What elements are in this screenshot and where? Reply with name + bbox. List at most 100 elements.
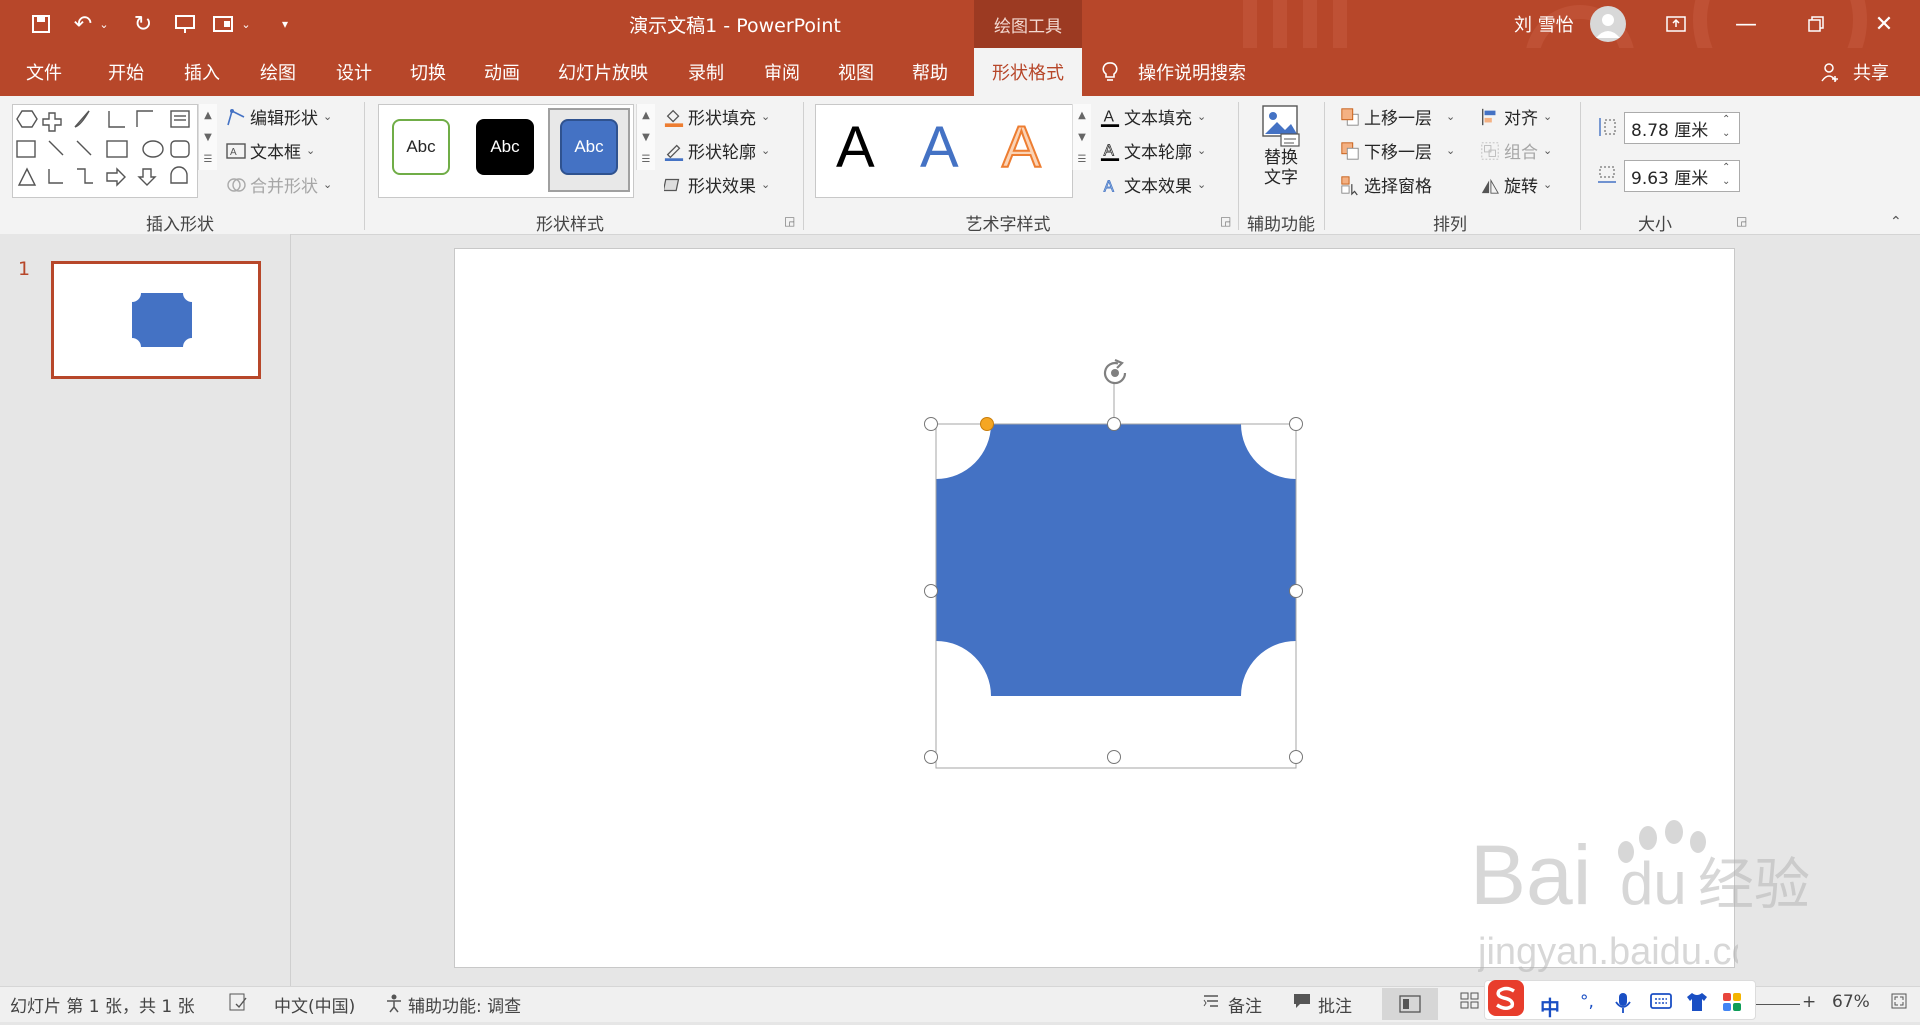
tab-home[interactable]: 开始: [90, 48, 162, 96]
wordart-scroll[interactable]: ▲ ▼ ☰: [1072, 104, 1091, 196]
shapes-gallery[interactable]: [12, 104, 198, 198]
dialog-launcher-icon[interactable]: ◲: [1220, 214, 1231, 228]
text-box-button[interactable]: A 文本框 ⌄: [226, 138, 315, 163]
sogou-logo-icon[interactable]: [1488, 980, 1524, 1016]
minimize-icon[interactable]: —: [1716, 4, 1776, 44]
shape-fill-button[interactable]: 形状填充 ⌄: [664, 104, 770, 129]
resize-handle-top-right[interactable]: [1289, 417, 1303, 431]
tab-shape-format[interactable]: 形状格式: [974, 48, 1082, 96]
tab-transitions[interactable]: 切换: [392, 48, 464, 96]
text-fill-button[interactable]: A 文本填充 ⌄: [1100, 104, 1206, 129]
wordart-style-blue[interactable]: A: [920, 114, 959, 181]
tab-insert[interactable]: 插入: [166, 48, 238, 96]
rotate-button[interactable]: 旋转 ⌄: [1480, 172, 1552, 197]
accessibility-status[interactable]: 辅助功能: 调查: [408, 992, 521, 1017]
gallery-down-icon[interactable]: ▼: [1072, 126, 1091, 148]
slide-info[interactable]: 幻灯片 第 1 张，共 1 张: [10, 992, 195, 1017]
plaque-shape[interactable]: [928, 352, 1312, 770]
gallery-more-icon[interactable]: ☰: [198, 148, 217, 170]
text-effects-button[interactable]: A 文本效果 ⌄: [1100, 172, 1206, 197]
normal-view-button[interactable]: [1382, 988, 1438, 1020]
edit-shape-button[interactable]: 编辑形状 ⌄: [226, 104, 332, 129]
ime-punctuation-mode[interactable]: °,: [1580, 992, 1594, 1012]
resize-handle-right[interactable]: [1289, 584, 1303, 598]
tab-design[interactable]: 设计: [318, 48, 390, 96]
alt-text-button[interactable]: 替换 文字: [1254, 104, 1308, 200]
edit-shape-icon: [226, 107, 246, 127]
share-icon[interactable]: [1820, 48, 1840, 96]
notes-icon[interactable]: [1202, 992, 1220, 1010]
comments-button[interactable]: 批注: [1318, 992, 1352, 1017]
wordart-style-orange[interactable]: A: [1001, 114, 1042, 181]
keyboard-icon[interactable]: [1650, 992, 1672, 1010]
resize-handle-bottom[interactable]: [1107, 750, 1121, 764]
zoom-slider[interactable]: [1756, 1004, 1800, 1005]
language-indicator[interactable]: 中文(中国): [274, 992, 355, 1017]
selection-pane-button[interactable]: 选择窗格: [1340, 172, 1432, 197]
shape-style-blue[interactable]: Abc: [560, 119, 618, 175]
gallery-up-icon[interactable]: ▲: [1072, 104, 1091, 126]
shape-outline-button[interactable]: 形状轮廓 ⌄: [664, 138, 770, 163]
shape-style-outline[interactable]: Abc: [392, 119, 450, 175]
accessibility-check-icon[interactable]: [384, 992, 406, 1014]
avatar[interactable]: [1590, 6, 1626, 42]
rotate-handle-icon[interactable]: [1098, 356, 1132, 390]
fit-to-window-icon[interactable]: [1890, 992, 1908, 1010]
gallery-more-icon[interactable]: ☰: [1072, 148, 1091, 170]
height-spinner-icon[interactable]: ⌃ ⌄: [1722, 113, 1730, 141]
zoom-in-icon[interactable]: +: [1802, 992, 1816, 1012]
resize-handle-bottom-right[interactable]: [1289, 750, 1303, 764]
tell-me-search[interactable]: 操作说明搜索: [1138, 48, 1278, 96]
microphone-icon[interactable]: [1614, 992, 1632, 1014]
text-outline-button[interactable]: A 文本轮廓 ⌄: [1100, 138, 1206, 163]
gallery-up-icon[interactable]: ▲: [198, 104, 217, 126]
merge-shapes-button[interactable]: 合并形状 ⌄: [226, 172, 332, 197]
gallery-more-icon[interactable]: ☰: [636, 148, 655, 170]
text-fill-icon: A: [1100, 107, 1120, 127]
shapes-gallery-scroll[interactable]: ▲ ▼ ☰: [198, 104, 217, 196]
adjustment-handle[interactable]: [980, 417, 994, 431]
tab-slideshow[interactable]: 幻灯片放映: [548, 48, 658, 96]
collapse-ribbon-icon[interactable]: ⌃: [1890, 214, 1902, 230]
resize-handle-bottom-left[interactable]: [924, 750, 938, 764]
close-icon[interactable]: ✕: [1854, 4, 1914, 44]
toolbox-icon[interactable]: [1722, 992, 1742, 1012]
group-button[interactable]: 组合 ⌄: [1480, 138, 1552, 163]
shape-styles-scroll[interactable]: ▲ ▼ ☰: [636, 104, 655, 196]
tab-file[interactable]: 文件: [8, 48, 80, 96]
wordart-style-black[interactable]: A: [836, 114, 875, 181]
resize-handle-left[interactable]: [924, 584, 938, 598]
dialog-launcher-icon[interactable]: ◲: [1736, 214, 1747, 228]
tab-draw[interactable]: 绘图: [242, 48, 314, 96]
resize-handle-top-left[interactable]: [924, 417, 938, 431]
dialog-launcher-icon[interactable]: ◲: [784, 214, 795, 228]
gallery-up-icon[interactable]: ▲: [636, 104, 655, 126]
align-button[interactable]: 对齐 ⌄: [1480, 104, 1552, 129]
gallery-down-icon[interactable]: ▼: [198, 126, 217, 148]
shape-effects-button[interactable]: 形状效果 ⌄: [664, 172, 770, 197]
shape-style-dark[interactable]: Abc: [476, 119, 534, 175]
tab-review[interactable]: 审阅: [746, 48, 818, 96]
notes-button[interactable]: 备注: [1228, 992, 1262, 1017]
skin-icon[interactable]: [1686, 992, 1708, 1012]
tab-view[interactable]: 视图: [820, 48, 892, 96]
send-backward-button[interactable]: 下移一层 ⌄: [1340, 138, 1455, 163]
bring-forward-button[interactable]: 上移一层 ⌄: [1340, 104, 1455, 129]
user-name[interactable]: 刘 雪怡: [1514, 11, 1574, 37]
baidu-watermark-url: jingyan.baidu.com: [1477, 928, 1784, 984]
slide-sorter-icon[interactable]: [1460, 992, 1480, 1010]
gallery-down-icon[interactable]: ▼: [636, 126, 655, 148]
spell-check-icon[interactable]: [228, 992, 250, 1012]
comments-icon[interactable]: [1292, 992, 1312, 1010]
tab-help[interactable]: 帮助: [894, 48, 966, 96]
restore-icon[interactable]: [1786, 4, 1846, 44]
resize-handle-top[interactable]: [1107, 417, 1121, 431]
slide-thumbnail[interactable]: [51, 261, 261, 379]
tab-animations[interactable]: 动画: [466, 48, 538, 96]
zoom-level[interactable]: 67%: [1832, 992, 1870, 1012]
share-button[interactable]: 共享: [1846, 48, 1896, 96]
ime-chinese-mode[interactable]: 中: [1540, 992, 1560, 1021]
tab-record[interactable]: 录制: [670, 48, 742, 96]
width-spinner-icon[interactable]: ⌃ ⌄: [1722, 161, 1730, 189]
ribbon-display-options-icon[interactable]: [1646, 4, 1706, 44]
